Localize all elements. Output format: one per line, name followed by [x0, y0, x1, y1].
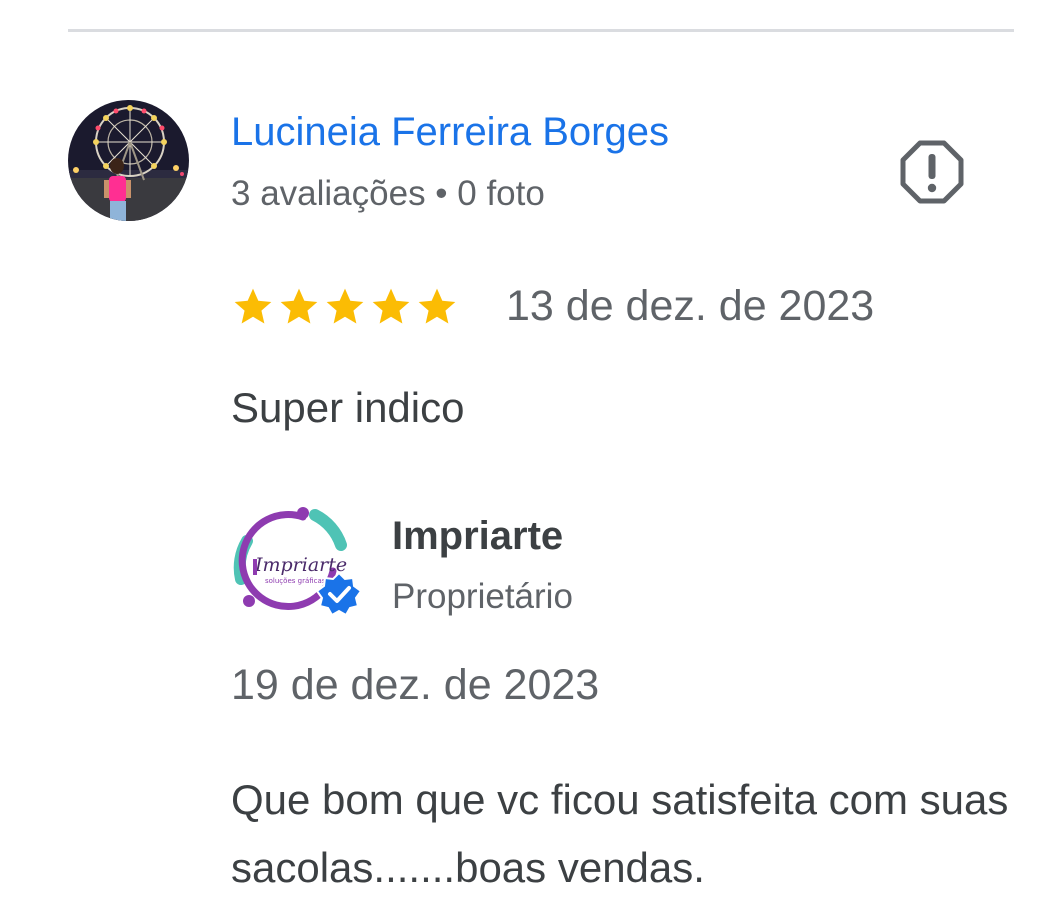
ferris-wheel-photo-icon: [68, 100, 189, 221]
owner-name: Impriarte: [392, 514, 564, 558]
report-icon[interactable]: [898, 138, 966, 206]
star-icon: [234, 288, 272, 324]
svg-text:soluções gráficas: soluções gráficas: [265, 577, 326, 585]
reviewer-meta: 3 avaliações • 0 foto: [231, 174, 545, 213]
reply-date: 19 de dez. de 2023: [231, 661, 600, 709]
star-icon: [372, 288, 410, 324]
star-icon: [326, 288, 364, 324]
review-date: 13 de dez. de 2023: [506, 282, 875, 330]
review-text: Super indico: [231, 384, 465, 431]
svg-text:Impriarte: Impriarte: [254, 554, 347, 576]
star-icon: [280, 288, 318, 324]
star-icon: [418, 288, 456, 324]
top-divider: [68, 29, 1014, 32]
owner-role: Proprietário: [392, 577, 573, 616]
reviewer-avatar[interactable]: [68, 100, 189, 221]
reviewer-name[interactable]: Lucineia Ferreira Borges: [231, 108, 669, 156]
owner-logo: Impriarte soluções gráficas: [229, 501, 363, 625]
star-rating: [231, 285, 459, 329]
reply-text: Que bom que vc ficou satisfeita com suas…: [231, 776, 1009, 891]
